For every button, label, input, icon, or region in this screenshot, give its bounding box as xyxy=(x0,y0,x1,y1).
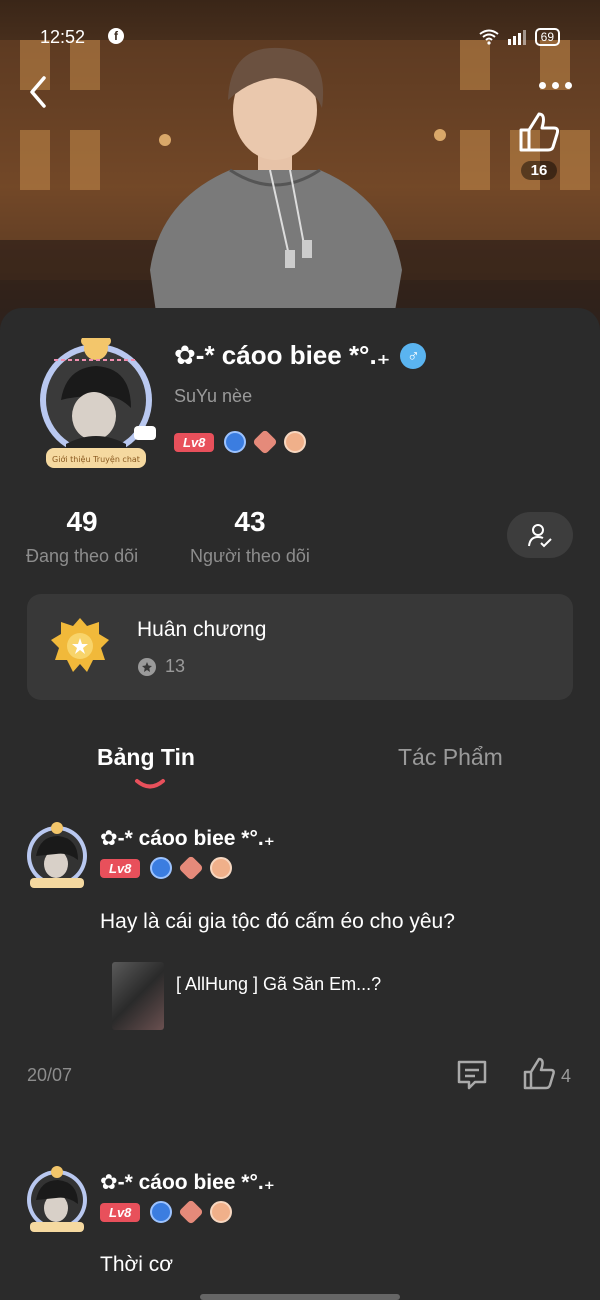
post-date: 20/07 xyxy=(27,1065,73,1085)
medal-count: 13 xyxy=(165,656,186,676)
facebook-notification-icon: f xyxy=(108,28,124,44)
thumbs-up-icon xyxy=(519,112,560,152)
wifi-icon xyxy=(479,29,499,45)
status-bar: 12:52 f 69 xyxy=(0,24,600,50)
following-label: Đang theo dõi xyxy=(26,546,139,566)
face-badge-icon xyxy=(210,1201,233,1223)
user-check-icon xyxy=(528,524,552,548)
comment-icon[interactable] xyxy=(455,1058,489,1092)
following-stat[interactable]: 49 Đang theo dõi xyxy=(26,506,138,567)
tab-works[interactable]: Tác Phẩm xyxy=(398,744,503,771)
battery-icon: 69 xyxy=(534,28,560,46)
post-author-name[interactable]: ✿-* cáoo biee *°.₊ xyxy=(100,826,275,851)
back-arrow-icon[interactable] xyxy=(24,74,54,110)
male-gender-icon: ♂ xyxy=(400,342,427,369)
diamond-badge-icon[interactable] xyxy=(224,431,247,453)
post-author-avatar[interactable] xyxy=(22,822,92,888)
avatar-frame-label: Giới thiệu Truyện chat xyxy=(52,454,140,464)
medal-icon xyxy=(51,618,109,672)
attachment-book-title[interactable]: [ AllHung ] Gã Săn Em...? xyxy=(176,974,381,995)
signal-icon xyxy=(507,30,526,45)
home-indicator[interactable] xyxy=(200,1294,400,1300)
medal-count-row: 13 xyxy=(137,656,185,677)
post-text: Hay là cái gia tộc đó cấm éo cho yêu? xyxy=(100,910,455,933)
post-author-avatar[interactable] xyxy=(22,1166,92,1232)
diamond-badge-icon xyxy=(150,1201,173,1223)
post-author-badges: Lv8 xyxy=(100,1199,233,1225)
post-author-badges: Lv8 xyxy=(100,855,233,881)
profile-banner: 12:52 f 69 16 xyxy=(0,0,600,340)
profile-name: ✿-* cáoo biee *°.₊ xyxy=(174,340,391,370)
character-avatar xyxy=(150,47,402,340)
followers-stat[interactable]: 43 Người theo dõi xyxy=(190,506,310,567)
like-icon[interactable] xyxy=(522,1056,556,1092)
level-badge[interactable]: Lv8 xyxy=(174,432,215,452)
profile-subtitle: SuYu nèe xyxy=(174,386,253,406)
wing-badge-icon[interactable] xyxy=(252,429,279,455)
status-time: 12:52 xyxy=(40,26,86,47)
profile-avatar[interactable]: Giới thiệu Truyện chat xyxy=(36,338,156,468)
wing-badge-icon xyxy=(178,855,205,881)
followers-label: Người theo dõi xyxy=(190,546,310,566)
medal-section[interactable]: Huân chương 13 xyxy=(27,594,573,700)
follow-button[interactable] xyxy=(507,512,573,558)
post-text: Thời cơ xyxy=(100,1253,174,1276)
star-circle-icon xyxy=(138,657,156,676)
wing-badge-icon xyxy=(178,1199,205,1225)
profile-like-button[interactable]: 16 xyxy=(514,110,564,180)
more-options-button[interactable] xyxy=(539,82,572,89)
face-badge-icon xyxy=(210,857,233,879)
post-like-count: 4 xyxy=(561,1066,572,1086)
profile-name-row: ✿-* cáoo biee *°.₊ ♂ xyxy=(174,340,427,371)
attachment-book-cover[interactable] xyxy=(112,962,164,1030)
following-count: 49 xyxy=(66,506,98,537)
active-tab-indicator xyxy=(135,779,165,789)
profile-badges: Lv8 xyxy=(174,429,307,455)
diamond-badge-icon xyxy=(150,857,173,879)
tab-feed[interactable]: Bảng Tin xyxy=(97,744,195,771)
post-level-badge: Lv8 xyxy=(100,858,141,878)
medal-title: Huân chương xyxy=(137,618,267,641)
post-level-badge: Lv8 xyxy=(100,1202,141,1222)
post-author-name[interactable]: ✿-* cáoo biee *°.₊ xyxy=(100,1170,275,1195)
face-badge-icon[interactable] xyxy=(284,431,307,453)
profile-like-count: 16 xyxy=(520,161,558,180)
followers-count: 43 xyxy=(234,506,266,537)
